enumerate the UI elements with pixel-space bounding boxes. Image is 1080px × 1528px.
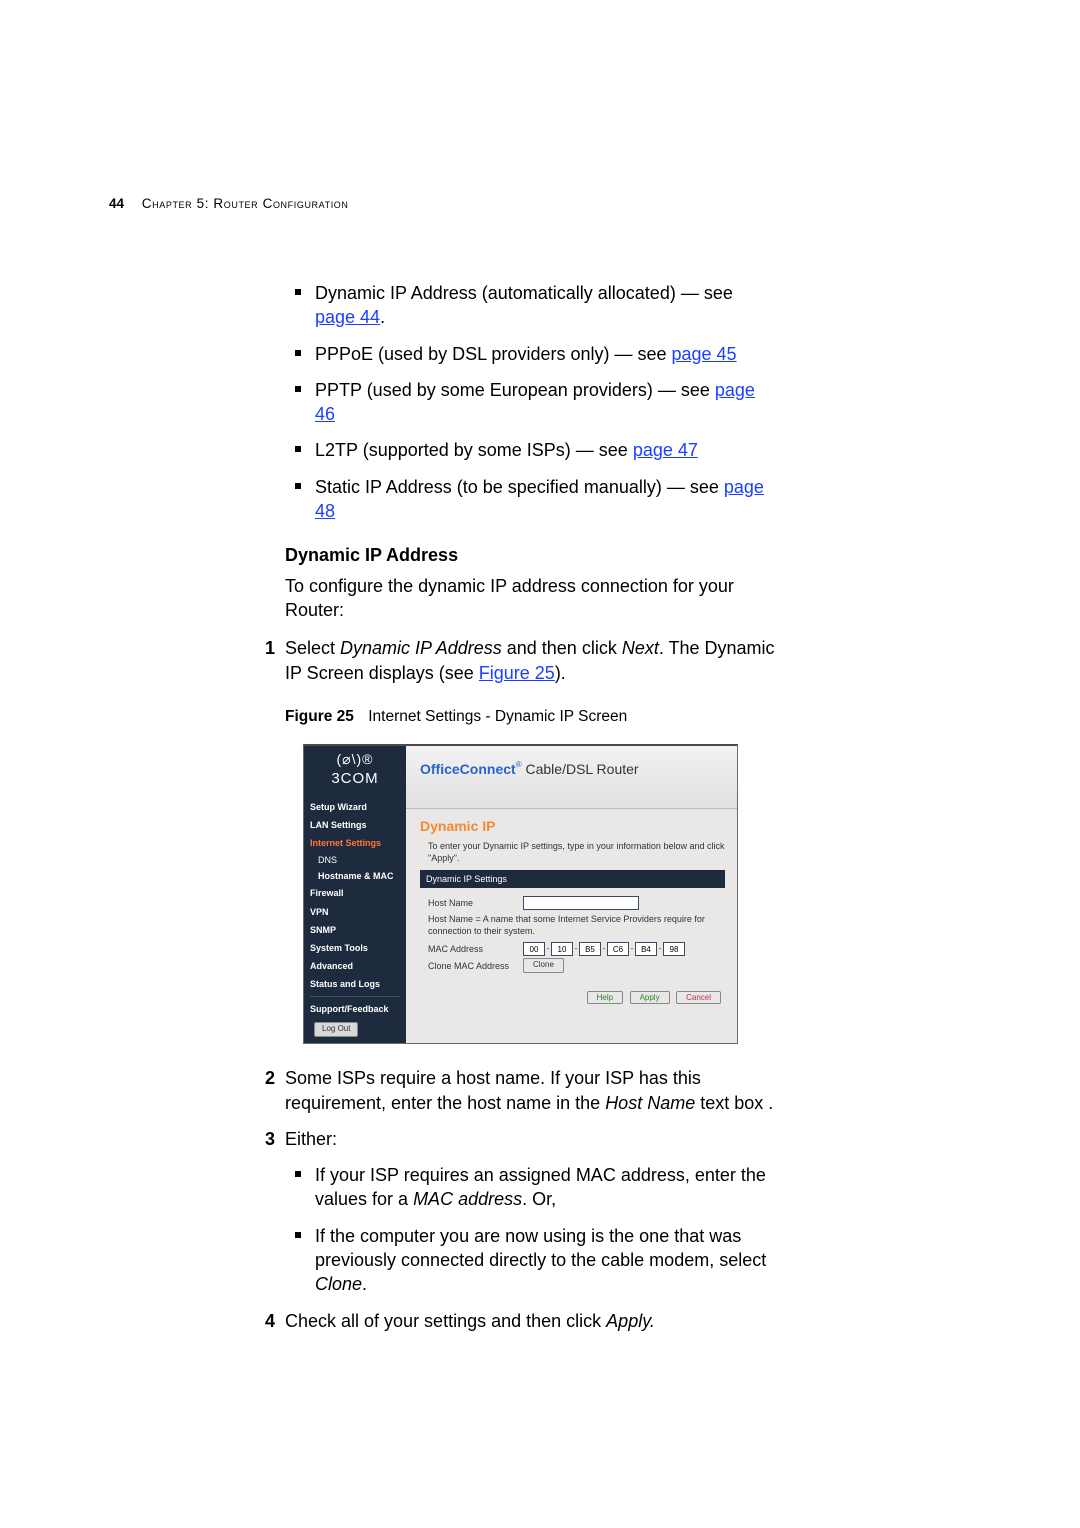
apply-button[interactable]: Apply <box>630 991 670 1004</box>
list-item: If your ISP requires an assigned MAC add… <box>285 1163 775 1212</box>
action-row: Help Apply Cancel <box>420 991 721 1004</box>
mac-address-row: MAC Address - - - - - <box>420 942 725 956</box>
chapter-title: Chapter 5: Router Configuration <box>142 196 349 211</box>
list-item: Dynamic IP Address (automatically alloca… <box>285 281 775 330</box>
figure-caption: Figure 25 Internet Settings - Dynamic IP… <box>285 707 775 728</box>
bullet-text: Static IP Address (to be specified manua… <box>315 477 724 497</box>
mac-seg-3[interactable] <box>607 942 629 956</box>
brand-name: 3COM <box>304 769 406 789</box>
clone-mac-row: Clone MAC Address Clone <box>420 958 725 973</box>
clone-button[interactable]: Clone <box>523 958 564 973</box>
clone-mac-label: Clone MAC Address <box>428 960 523 972</box>
list-item: Static IP Address (to be specified manua… <box>285 475 775 524</box>
bullet-text: L2TP (supported by some ISPs) — see <box>315 440 633 460</box>
sidebar-item-lan-settings[interactable]: LAN Settings <box>304 816 406 834</box>
host-name-row: Host Name <box>420 896 725 910</box>
sidebar-item-dns[interactable]: DNS <box>304 852 406 868</box>
router-main-header: OfficeConnect® Cable/DSL Router <box>406 746 737 809</box>
mac-seg-4[interactable] <box>635 942 657 956</box>
sidebar-item-system-tools[interactable]: System Tools <box>304 939 406 957</box>
router-screenshot: (⌀\)® 3COM Setup Wizard LAN Settings Int… <box>303 744 738 1044</box>
logout-button[interactable]: Log Out <box>314 1022 358 1037</box>
mac-seg-1[interactable] <box>551 942 573 956</box>
step-number: 4 <box>265 1309 275 1333</box>
step-3: 3 Either: <box>285 1127 775 1151</box>
mac-seg-5[interactable] <box>663 942 685 956</box>
page-link[interactable]: page 45 <box>672 344 737 364</box>
cancel-button[interactable]: Cancel <box>676 991 721 1004</box>
bullet-text: PPTP (used by some European providers) —… <box>315 380 715 400</box>
brand-logo: (⌀\)® 3COM <box>304 746 406 798</box>
bullet-text: Dynamic IP Address (automatically alloca… <box>315 283 733 303</box>
step-2: 2 Some ISPs require a host name. If your… <box>285 1066 775 1115</box>
list-item: PPTP (used by some European providers) —… <box>285 378 775 427</box>
router-sidebar: (⌀\)® 3COM Setup Wizard LAN Settings Int… <box>304 746 406 1043</box>
figure-title: Internet Settings - Dynamic IP Screen <box>368 708 627 725</box>
step-number: 1 <box>265 636 275 660</box>
section-intro: To configure the dynamic IP address conn… <box>285 574 775 623</box>
running-header: 44 Chapter 5: Router Configuration <box>109 195 759 213</box>
page-number: 44 <box>109 196 124 211</box>
router-main: OfficeConnect® Cable/DSL Router Dynamic … <box>406 746 737 1043</box>
panel-title: Dynamic IP <box>420 817 725 836</box>
settings-section-bar: Dynamic IP Settings <box>420 870 725 888</box>
sidebar-item-hostname-mac[interactable]: Hostname & MAC <box>304 868 406 884</box>
sidebar-item-support[interactable]: Support/Feedback <box>304 1000 406 1018</box>
mac-address-label: MAC Address <box>428 943 523 955</box>
list-item: PPPoE (used by DSL providers only) — see… <box>285 342 775 366</box>
sidebar-item-advanced[interactable]: Advanced <box>304 957 406 975</box>
product-brand: OfficeConnect <box>420 761 516 777</box>
logo-glyph: (⌀\)® <box>304 750 406 769</box>
intro-bullet-list: Dynamic IP Address (automatically alloca… <box>285 281 775 523</box>
host-name-note: Host Name = A name that some Internet Se… <box>420 912 725 940</box>
sidebar-item-setup-wizard[interactable]: Setup Wizard <box>304 798 406 816</box>
page-link[interactable]: page 47 <box>633 440 698 460</box>
figure-label: Figure 25 <box>285 708 354 725</box>
sidebar-item-firewall[interactable]: Firewall <box>304 884 406 902</box>
step-3-sublist: If your ISP requires an assigned MAC add… <box>285 1163 775 1296</box>
step-1: 1 Select Dynamic IP Address and then cli… <box>285 636 775 685</box>
list-item: If the computer you are now using is the… <box>285 1224 775 1297</box>
figure-link[interactable]: Figure 25 <box>479 663 555 683</box>
mac-seg-2[interactable] <box>579 942 601 956</box>
bullet-text: PPPoE (used by DSL providers only) — see <box>315 344 672 364</box>
help-button[interactable]: Help <box>587 991 623 1004</box>
product-name-rest: Cable/DSL Router <box>522 761 639 777</box>
page-link[interactable]: page 44 <box>315 307 380 327</box>
host-name-input[interactable] <box>523 896 639 910</box>
sidebar-item-snmp[interactable]: SNMP <box>304 921 406 939</box>
sidebar-item-internet-settings[interactable]: Internet Settings <box>304 834 406 852</box>
step-number: 2 <box>265 1066 275 1090</box>
step-number: 3 <box>265 1127 275 1151</box>
step-4: 4 Check all of your settings and then cl… <box>285 1309 775 1333</box>
mac-seg-0[interactable] <box>523 942 545 956</box>
panel-intro: To enter your Dynamic IP settings, type … <box>420 840 725 864</box>
host-name-label: Host Name <box>428 897 523 909</box>
sidebar-item-vpn[interactable]: VPN <box>304 903 406 921</box>
sidebar-item-status-logs[interactable]: Status and Logs <box>304 975 406 993</box>
section-heading: Dynamic IP Address <box>285 543 775 567</box>
list-item: L2TP (supported by some ISPs) — see page… <box>285 438 775 462</box>
sidebar-separator <box>310 996 400 997</box>
